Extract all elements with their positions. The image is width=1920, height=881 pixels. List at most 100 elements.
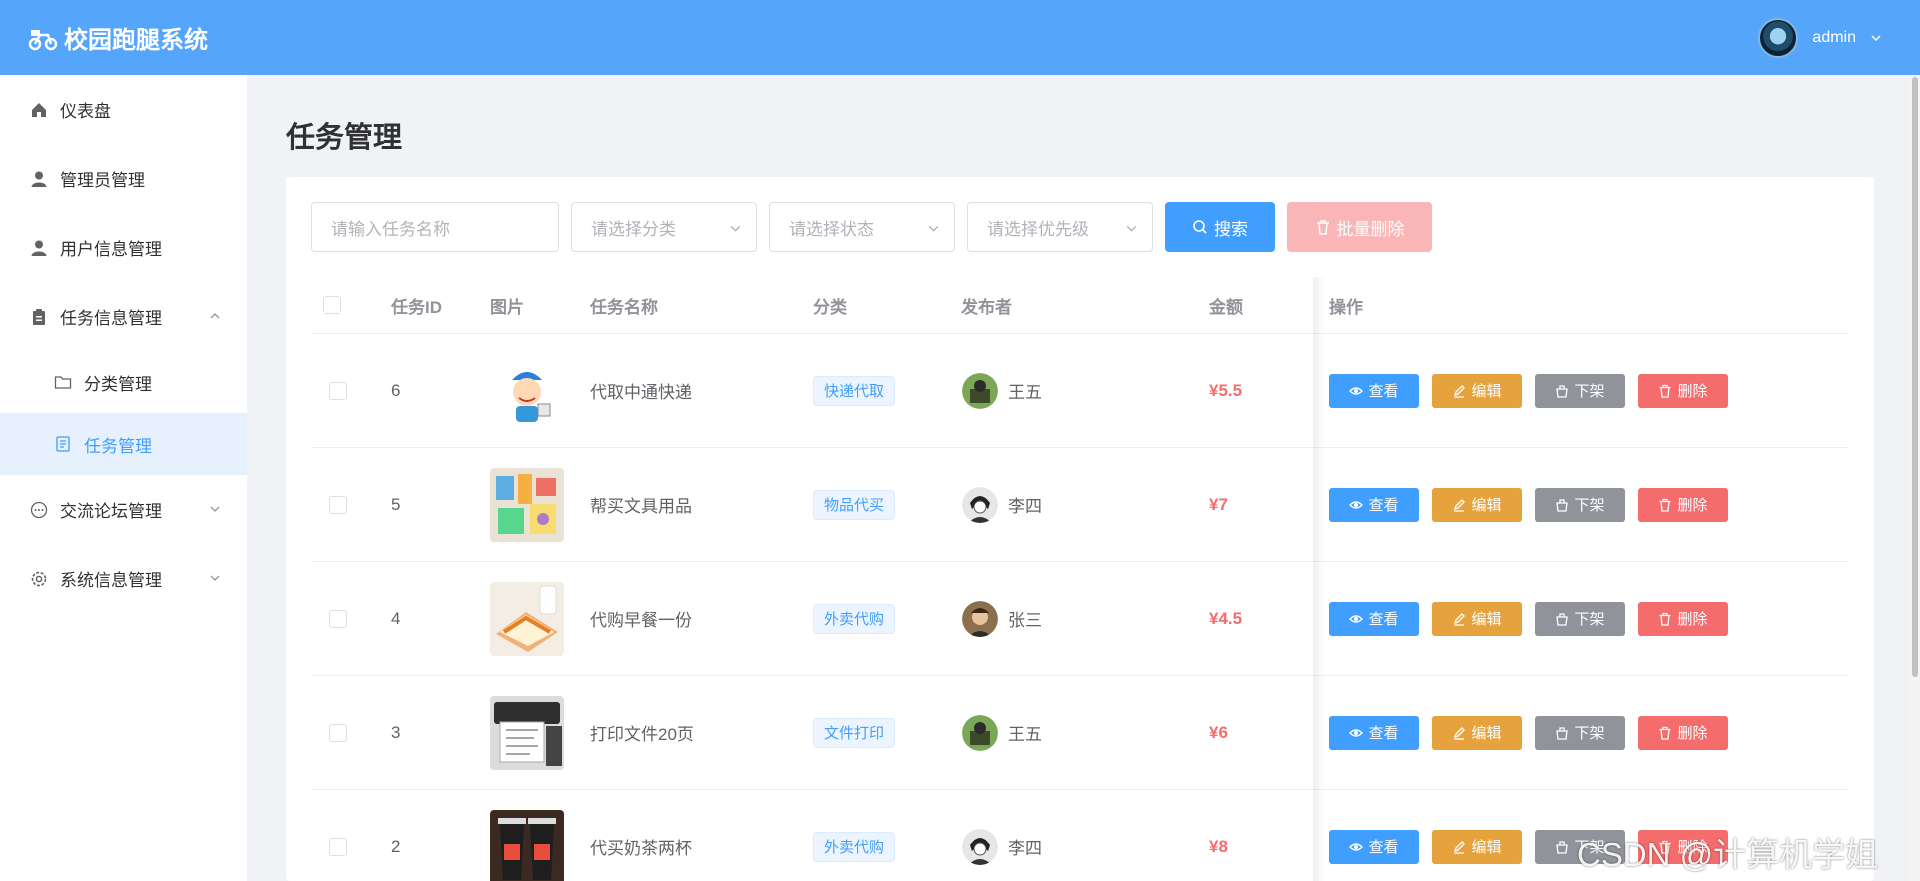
sidebar: 仪表盘 管理员管理 用户信息管理 任务信息管理 分类管理 任务管理 交流论坛管理… xyxy=(0,75,247,881)
sidebar-item-label: 仪表盘 xyxy=(60,102,111,121)
pencil-icon xyxy=(1454,498,1466,512)
sidebar-item-label: 系统信息管理 xyxy=(60,571,162,590)
sidebar-item-forum[interactable]: 交流论坛管理 xyxy=(0,475,247,544)
task-image[interactable] xyxy=(490,809,564,881)
avatar xyxy=(962,714,998,751)
edit-button[interactable]: 编辑 xyxy=(1432,487,1522,522)
task-image[interactable] xyxy=(490,353,564,428)
scrollbar-thumb[interactable] xyxy=(1912,77,1918,677)
sidebar-item-task-management[interactable]: 任务管理 xyxy=(0,413,247,475)
gear-icon xyxy=(31,571,47,586)
scooter-icon xyxy=(28,29,58,50)
row-checkbox[interactable] xyxy=(329,609,347,628)
view-label: 查看 xyxy=(1368,839,1399,856)
chat-icon xyxy=(30,501,48,518)
delete-label: 删除 xyxy=(1677,383,1708,400)
task-image[interactable] xyxy=(490,467,564,542)
column-header: 发布者 xyxy=(961,297,1012,317)
chevron-down-icon xyxy=(1871,34,1881,41)
status-placeholder: 请选择状态 xyxy=(789,219,874,239)
sidebar-item-label: 任务管理 xyxy=(84,436,152,456)
sidebar-item-system[interactable]: 系统信息管理 xyxy=(0,544,247,613)
row-checkbox[interactable] xyxy=(329,837,347,856)
task-name-input[interactable]: 请输入任务名称 xyxy=(311,202,559,252)
header-select-all[interactable] xyxy=(323,277,341,333)
offline-button[interactable]: 下架 xyxy=(1535,487,1625,522)
delete-label: 删除 xyxy=(1677,497,1708,514)
user-icon xyxy=(31,171,47,187)
category-placeholder: 请选择分类 xyxy=(591,219,676,239)
sidebar-item-categories[interactable]: 分类管理 xyxy=(0,351,247,413)
page-scrollbar[interactable] xyxy=(1910,75,1920,881)
task-name: 打印文件20页 xyxy=(590,725,694,744)
column-header: 操作 xyxy=(1329,297,1363,317)
view-button[interactable]: 查看 xyxy=(1329,829,1419,864)
avatar xyxy=(962,372,998,409)
view-label: 查看 xyxy=(1368,611,1399,628)
task-table: 任务ID 图片 任务名称 分类 发布者 金额 操作 6 代取中通快递 快递代取 … xyxy=(311,277,1849,881)
bulk-delete-label: 批量删除 xyxy=(1336,219,1405,239)
task-name-placeholder: 请输入任务名称 xyxy=(331,219,450,239)
delete-label: 删除 xyxy=(1677,611,1708,628)
category-select[interactable]: 请选择分类 xyxy=(571,202,757,252)
row-actions: 查看 编辑 下架 删除 xyxy=(1329,676,1741,789)
column-header: 金额 xyxy=(1209,297,1243,317)
category-tag: 快递代取 xyxy=(813,375,896,406)
edit-label: 编辑 xyxy=(1471,611,1502,628)
offline-button[interactable]: 下架 xyxy=(1535,601,1625,636)
takeaway-box-icon xyxy=(1556,498,1569,512)
takeaway-box-icon xyxy=(1556,840,1569,854)
task-name: 代购早餐一份 xyxy=(590,611,692,630)
eye-icon xyxy=(1349,842,1364,851)
sidebar-item-label: 管理员管理 xyxy=(60,171,145,190)
content-card: 请输入任务名称 请选择分类 请选择状态 请选择优先级 搜索 批量删除 任务ID … xyxy=(286,177,1874,881)
view-button[interactable]: 查看 xyxy=(1329,601,1419,636)
sidebar-item-users[interactable]: 用户信息管理 xyxy=(0,213,247,282)
avatar[interactable] xyxy=(1758,17,1799,58)
status-select[interactable]: 请选择状态 xyxy=(769,202,955,252)
sidebar-item-label: 任务信息管理 xyxy=(60,309,162,328)
view-button[interactable]: 查看 xyxy=(1329,487,1419,522)
chevron-down-icon xyxy=(730,225,741,232)
search-button[interactable]: 搜索 xyxy=(1165,202,1275,252)
chevron-down-icon xyxy=(1126,225,1137,232)
delete-button[interactable]: 删除 xyxy=(1638,601,1728,636)
row-checkbox[interactable] xyxy=(329,381,347,400)
trash-icon xyxy=(1659,384,1671,398)
task-image[interactable] xyxy=(490,581,564,656)
edit-button[interactable]: 编辑 xyxy=(1432,373,1522,408)
takeaway-box-icon xyxy=(1556,384,1569,398)
select-all-checkbox[interactable] xyxy=(323,296,341,314)
delete-button[interactable]: 删除 xyxy=(1638,715,1728,750)
sidebar-item-dashboard[interactable]: 仪表盘 xyxy=(0,75,247,144)
delete-button[interactable]: 删除 xyxy=(1638,373,1728,408)
edit-button[interactable]: 编辑 xyxy=(1432,601,1522,636)
column-header: 任务ID xyxy=(391,297,442,317)
eye-icon xyxy=(1349,500,1364,509)
sidebar-item-label: 用户信息管理 xyxy=(60,240,162,259)
priority-placeholder: 请选择优先级 xyxy=(987,219,1089,239)
bulk-delete-button[interactable]: 批量删除 xyxy=(1287,202,1432,252)
view-button[interactable]: 查看 xyxy=(1329,373,1419,408)
eye-icon xyxy=(1349,386,1364,395)
user-menu[interactable]: admin xyxy=(1758,17,1882,58)
pencil-icon xyxy=(1454,384,1466,398)
offline-button[interactable]: 下架 xyxy=(1535,373,1625,408)
edit-button[interactable]: 编辑 xyxy=(1432,715,1522,750)
category-tag: 文件打印 xyxy=(813,717,896,748)
task-image[interactable] xyxy=(490,695,564,770)
clipboard-icon xyxy=(33,308,45,325)
view-button[interactable]: 查看 xyxy=(1329,715,1419,750)
amount: ¥7 xyxy=(1209,494,1228,514)
delete-button[interactable]: 删除 xyxy=(1638,487,1728,522)
sidebar-item-tasks[interactable]: 任务信息管理 xyxy=(0,282,247,351)
brand[interactable]: 校园跑腿系统 xyxy=(28,20,208,55)
offline-button[interactable]: 下架 xyxy=(1535,715,1625,750)
sidebar-item-admin[interactable]: 管理员管理 xyxy=(0,144,247,213)
sidebar-item-label: 交流论坛管理 xyxy=(60,502,162,521)
edit-label: 编辑 xyxy=(1471,839,1502,856)
row-checkbox[interactable] xyxy=(329,495,347,514)
row-checkbox[interactable] xyxy=(329,723,347,742)
edit-button[interactable]: 编辑 xyxy=(1432,829,1522,864)
priority-select[interactable]: 请选择优先级 xyxy=(967,202,1153,252)
